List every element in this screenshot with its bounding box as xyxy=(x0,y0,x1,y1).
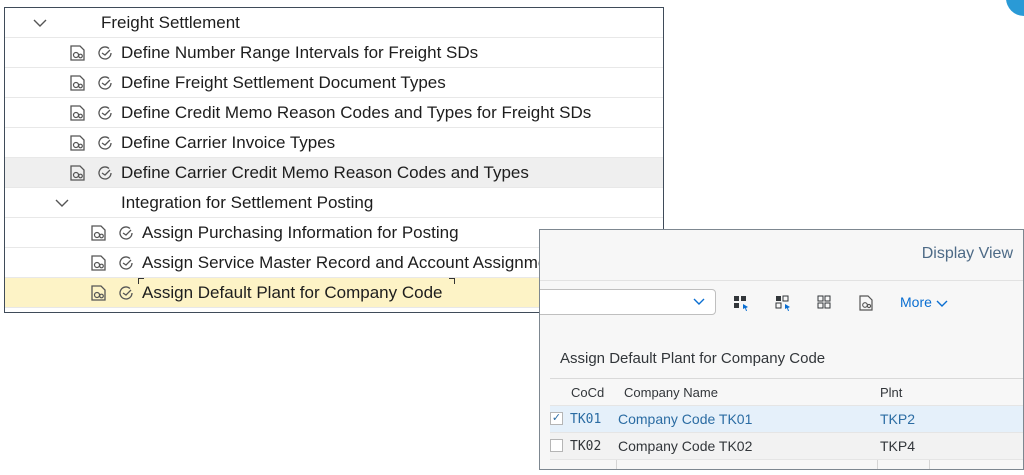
tree-node-freight-settlement[interactable]: Freight Settlement xyxy=(5,8,663,38)
tree-node-activity[interactable]: Define Carrier Invoice Types xyxy=(5,128,663,158)
execute-document-icon[interactable] xyxy=(68,73,88,93)
cell-company-name[interactable]: Company Code TK02 xyxy=(618,433,752,460)
focus-corner xyxy=(449,278,455,284)
toolbar: More xyxy=(540,280,1023,324)
section-title: Assign Default Plant for Company Code xyxy=(560,350,826,367)
tree-node-label: Define Number Range Intervals for Freigh… xyxy=(121,42,479,62)
execute-document-icon[interactable] xyxy=(68,43,88,63)
execute-document-icon[interactable] xyxy=(89,253,109,273)
clock-check-icon[interactable] xyxy=(95,133,115,153)
tree-node-label: Assign Purchasing Information for Postin… xyxy=(142,222,459,242)
tree-node-label: Define Freight Settlement Document Types xyxy=(121,72,446,92)
cell-cocd[interactable]: TK02 xyxy=(570,433,601,460)
display-view-panel: Display View More Assign Default Plant f… xyxy=(539,229,1024,470)
tree-node-label: Integration for Settlement Posting xyxy=(121,192,374,212)
column-header-cocd[interactable]: CoCd xyxy=(571,379,604,406)
deselect-all-icon[interactable] xyxy=(816,294,834,312)
clock-check-icon[interactable] xyxy=(95,103,115,123)
tree-node-activity[interactable]: Define Freight Settlement Document Types xyxy=(5,68,663,98)
select-all-icon[interactable] xyxy=(732,294,750,312)
chevron-down-icon[interactable] xyxy=(55,198,69,208)
tree-node-label: Define Carrier Credit Memo Reason Codes … xyxy=(121,162,529,182)
clock-check-icon[interactable] xyxy=(116,223,136,243)
cell-plnt[interactable]: TKP2 xyxy=(880,406,915,433)
chevron-down-icon xyxy=(936,300,948,307)
execute-document-icon[interactable] xyxy=(68,163,88,183)
column-header-plnt[interactable]: Plnt xyxy=(880,379,902,406)
execute-document-icon[interactable] xyxy=(68,133,88,153)
tree-node-label: Assign Default Plant for Company Code xyxy=(142,282,443,302)
table-row[interactable]: ✓ TK01 Company Code TK01 TKP2 xyxy=(550,406,1023,433)
focus-corner xyxy=(138,278,144,284)
tree-node-activity[interactable]: Define Carrier Credit Memo Reason Codes … xyxy=(5,158,663,188)
cell-cocd[interactable]: TK01 xyxy=(570,406,601,433)
tree-node-label: Define Credit Memo Reason Codes and Type… xyxy=(121,102,592,122)
table-row[interactable]: TK02 Company Code TK02 TKP4 xyxy=(550,433,1023,460)
corner-decoration xyxy=(1006,0,1024,16)
chevron-down-icon xyxy=(693,298,705,305)
execute-document-icon[interactable] xyxy=(68,103,88,123)
more-button[interactable]: More xyxy=(900,294,948,310)
data-table: CoCd Company Name Plnt ✓ TK01 Company Co… xyxy=(550,378,1023,469)
table-header-row: CoCd Company Name Plnt xyxy=(550,379,1023,406)
toolbar-dropdown[interactable] xyxy=(540,289,716,315)
execute-document-icon[interactable] xyxy=(858,294,876,312)
tree-node-integration-settlement-posting[interactable]: Integration for Settlement Posting xyxy=(5,188,663,218)
execute-document-icon[interactable] xyxy=(89,283,109,303)
row-select-checkbox[interactable] xyxy=(550,439,563,452)
cell-company-name[interactable]: Company Code TK01 xyxy=(618,406,752,433)
tree-node-activity[interactable]: Define Number Range Intervals for Freigh… xyxy=(5,38,663,68)
select-block-icon[interactable] xyxy=(774,294,792,312)
more-label: More xyxy=(900,294,932,310)
clock-check-icon[interactable] xyxy=(95,163,115,183)
tree-node-label: Freight Settlement xyxy=(101,12,240,32)
clock-check-icon[interactable] xyxy=(95,43,115,63)
chevron-down-icon[interactable] xyxy=(33,18,47,28)
empty-row xyxy=(550,460,1023,469)
panel-title: Display View xyxy=(921,245,1013,262)
row-select-checkbox[interactable]: ✓ xyxy=(550,412,563,425)
execute-document-icon[interactable] xyxy=(89,223,109,243)
clock-check-icon[interactable] xyxy=(116,253,136,273)
tree-node-label: Define Carrier Invoice Types xyxy=(121,132,336,152)
cell-plnt[interactable]: TKP4 xyxy=(880,433,915,460)
clock-check-icon[interactable] xyxy=(95,73,115,93)
column-header-company-name[interactable]: Company Name xyxy=(624,379,718,406)
tree-node-activity[interactable]: Define Credit Memo Reason Codes and Type… xyxy=(5,98,663,128)
clock-check-icon[interactable] xyxy=(116,283,136,303)
